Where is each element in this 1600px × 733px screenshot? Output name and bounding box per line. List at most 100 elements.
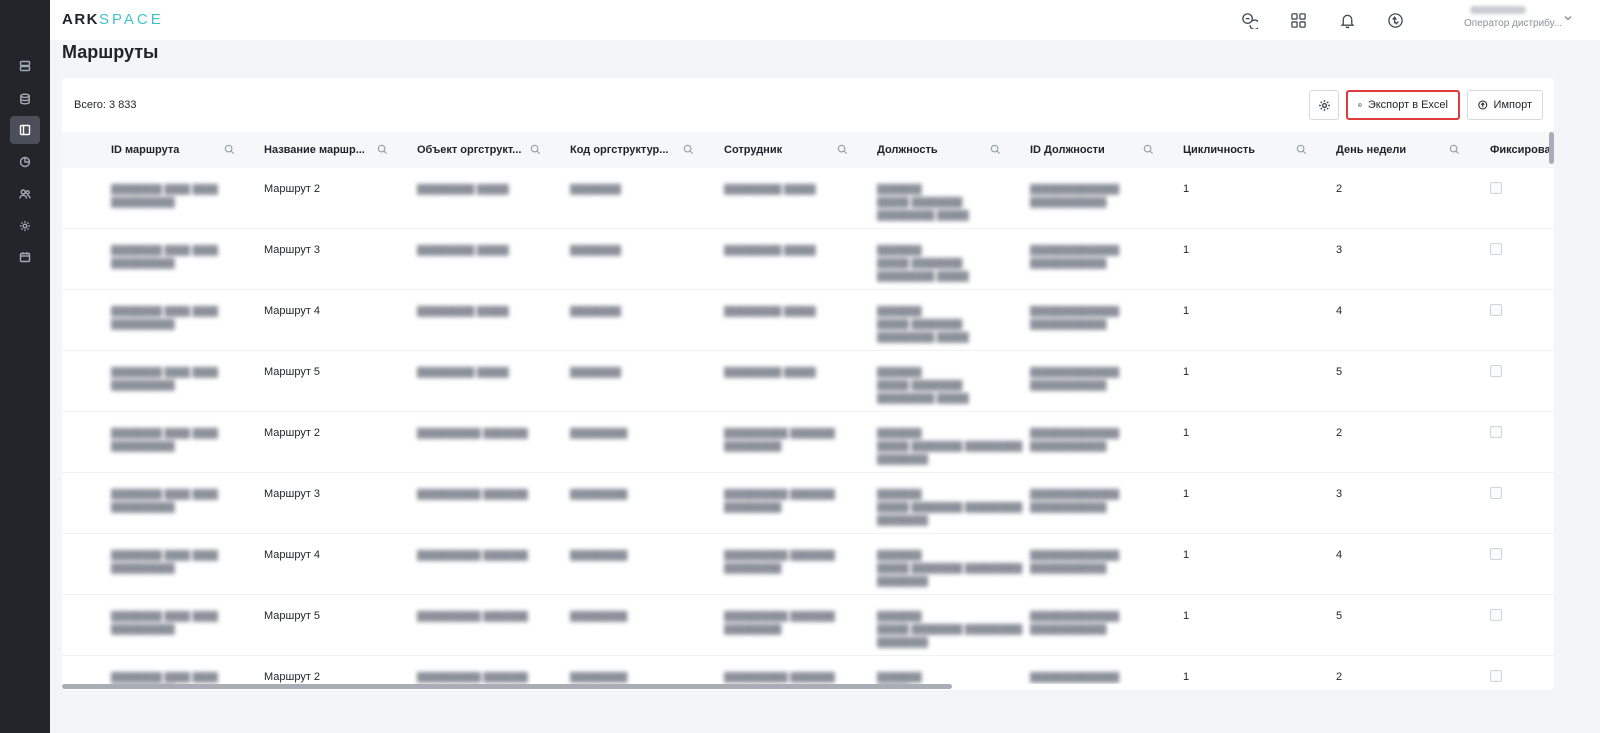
column-header-fixed[interactable]: Фиксирован [1490, 132, 1554, 168]
redacted-org-object: █████████ █████ [417, 306, 509, 316]
column-header-route-name[interactable]: Название маршр... [264, 132, 365, 168]
redacted-position: ███████ █████ ████████ █████████ █████ [877, 184, 969, 220]
fixed-checkbox[interactable] [1490, 548, 1502, 560]
search-icon [1143, 144, 1154, 155]
vertical-scrollbar[interactable] [1549, 132, 1554, 164]
table-settings-button[interactable] [1309, 90, 1339, 120]
routes-card: Всего: 3 833 Экспорт в Excel Импорт ID м… [62, 78, 1554, 690]
redacted-org-code: █████████ [570, 428, 628, 438]
table-row[interactable]: ████████ ████ ████ ██████████ Маршрут 5 █… [62, 595, 1554, 656]
table-row[interactable]: ████████ ████ ██████████████ Маршрут 2 █… [62, 656, 1554, 684]
app-logo[interactable]: ARKSPACE [62, 11, 164, 28]
column-search-route-id[interactable] [224, 144, 236, 156]
weekday-cell: 4 [1336, 305, 1343, 317]
route-name-cell: Маршрут 4 [264, 549, 321, 561]
redacted-position-id: ██████████████ ████████████ [1030, 428, 1120, 451]
column-search-position-id[interactable] [1143, 144, 1155, 156]
route-name-cell: Маршрут 3 [264, 488, 321, 500]
column-search-route-name[interactable] [377, 144, 389, 156]
redacted-route-id: ████████ ████ ██████████████ [111, 184, 219, 207]
chat-icon [1241, 12, 1258, 29]
user-menu-toggle[interactable] [1562, 12, 1574, 24]
cycle-cell: 1 [1183, 549, 1190, 561]
user-menu[interactable]: Оператор дистрибу... [1464, 6, 1564, 29]
sidebar-item-users[interactable] [10, 180, 40, 208]
weekday-cell: 2 [1336, 183, 1343, 195]
redacted-org-code: ████████ [570, 306, 622, 316]
search-icon [377, 144, 388, 155]
column-header-route-id[interactable]: ID маршрута [111, 132, 179, 168]
table-row[interactable]: ████████ ████ ████ ██████████ Маршрут 4 █… [62, 534, 1554, 595]
column-header-org-code[interactable]: Код оргструктур... [570, 132, 668, 168]
redacted-org-object: █████████ █████ [417, 367, 509, 377]
column-search-employee[interactable] [837, 144, 849, 156]
column-header-employee[interactable]: Сотрудник [724, 132, 782, 168]
sidebar-item-reports[interactable] [10, 148, 40, 176]
fixed-checkbox[interactable] [1490, 365, 1502, 377]
redacted-org-object: █████████ █████ [417, 245, 509, 255]
sidebar-item-calendar[interactable] [10, 243, 40, 271]
horizontal-scrollbar[interactable] [62, 684, 952, 689]
column-header-weekday[interactable]: День недели [1336, 132, 1406, 168]
sidebar-item-database[interactable] [10, 85, 40, 113]
redacted-org-object: ██████████ ███████ [417, 489, 528, 499]
redacted-org-object: ██████████ ███████ [417, 611, 528, 621]
column-header-org-object[interactable]: Объект оргструкт... [417, 132, 521, 168]
cycle-cell: 1 [1183, 488, 1190, 500]
cycle-cell: 1 [1183, 305, 1190, 317]
chat-button[interactable] [1238, 9, 1260, 31]
column-search-org-code[interactable] [683, 144, 695, 156]
table-row[interactable]: ████████ ████ ████ ██████████ Маршрут 4 █… [62, 290, 1554, 351]
fixed-checkbox[interactable] [1490, 426, 1502, 438]
fixed-checkbox[interactable] [1490, 304, 1502, 316]
route-name-cell: Маршрут 2 [264, 183, 321, 195]
logo-secondary: SPACE [99, 11, 164, 28]
database-icon [20, 93, 30, 105]
import-button[interactable]: Импорт [1467, 90, 1543, 120]
table-row[interactable]: ████████ ████ ████ ██████████ Маршрут 5 █… [62, 351, 1554, 412]
fixed-checkbox[interactable] [1490, 609, 1502, 621]
table-row[interactable]: ████████ ████ ████ ██████████ Маршрут 3 █… [62, 229, 1554, 290]
redacted-employee: ██████████ ███████ █████████ [724, 550, 835, 573]
table-row[interactable]: ████████ ████ ██████████████ Маршрут 2 █… [62, 168, 1554, 229]
route-name-cell: Маршрут 5 [264, 366, 321, 378]
route-name-cell: Маршрут 5 [264, 610, 321, 622]
total-count: Всего: 3 833 [74, 99, 137, 111]
redacted-org-object: ██████████ ███████ [417, 428, 528, 438]
page-title: Маршруты [62, 42, 159, 62]
fixed-checkbox[interactable] [1490, 243, 1502, 255]
search-icon [1296, 144, 1307, 155]
pie-chart-icon [19, 156, 31, 168]
notifications-button[interactable] [1336, 9, 1358, 31]
apps-button[interactable] [1287, 9, 1309, 31]
table-row[interactable]: ████████ ████ ██████████████ Маршрут 2 █… [62, 412, 1554, 473]
sidebar-item-server[interactable] [10, 52, 40, 80]
upload-icon [1478, 100, 1488, 110]
column-search-org-object[interactable] [530, 144, 542, 156]
table-header: ID маршрута Название маршр... Объект орг… [62, 132, 1554, 168]
download-icon [1358, 103, 1362, 107]
redacted-org-code: █████████ [570, 550, 628, 560]
column-search-cycle[interactable] [1296, 144, 1308, 156]
redacted-position: ████████████ [877, 672, 922, 682]
weekday-cell: 5 [1336, 366, 1343, 378]
sidebar-item-settings[interactable] [10, 212, 40, 240]
redacted-position-id: ██████████████ ████████████ [1030, 184, 1120, 207]
fixed-checkbox[interactable] [1490, 670, 1502, 682]
redacted-org-code: █████████ [570, 611, 628, 621]
export-excel-button[interactable]: Экспорт в Excel [1346, 90, 1460, 120]
route-name-cell: Маршрут 3 [264, 244, 321, 256]
weekday-cell: 2 [1336, 427, 1343, 439]
column-header-cycle[interactable]: Цикличность [1183, 132, 1255, 168]
column-header-position[interactable]: Должность [877, 132, 938, 168]
column-search-weekday[interactable] [1449, 144, 1461, 156]
fixed-checkbox[interactable] [1490, 182, 1502, 194]
table-row[interactable]: ████████ ████ ████ ██████████ Маршрут 3 █… [62, 473, 1554, 534]
sidebar-item-routes[interactable] [10, 116, 40, 144]
column-header-position-id[interactable]: ID Должности [1030, 132, 1105, 168]
sync-button[interactable] [1384, 9, 1406, 31]
column-search-position[interactable] [990, 144, 1002, 156]
redacted-employee: █████████ █████ [724, 184, 816, 194]
search-icon [990, 144, 1001, 155]
fixed-checkbox[interactable] [1490, 487, 1502, 499]
